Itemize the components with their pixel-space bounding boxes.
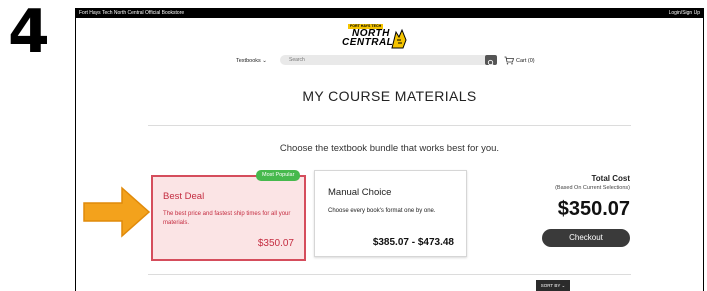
page-title: MY COURSE MATERIALS (302, 88, 477, 104)
total-cost-label: Total Cost (591, 174, 630, 183)
best-deal-description: The best price and fastest ship times fo… (163, 211, 291, 226)
textbooks-dropdown[interactable]: Textbooks ⌄ (236, 58, 267, 64)
best-deal-price: $350.07 (257, 238, 294, 249)
manual-choice-description: Choose every book's format one by one. (328, 208, 436, 214)
total-cost-sublabel: (Based On Current Selections) (555, 185, 630, 191)
search-placeholder: Search (289, 57, 305, 63)
logo-line-2: CENTRAL (342, 37, 394, 48)
divider (148, 274, 631, 275)
search-button[interactable] (485, 55, 497, 67)
manual-choice-price: $385.07 - $473.48 (372, 237, 454, 248)
store-name[interactable]: Fort Hays Tech North Central Official Bo… (79, 8, 184, 18)
manual-choice-title: Manual Choice (328, 187, 392, 198)
cart-link[interactable]: Cart (0) (516, 58, 535, 64)
search-icon (487, 59, 495, 67)
cart-icon[interactable] (504, 56, 514, 65)
divider (148, 125, 631, 126)
best-deal-card[interactable]: Best Deal The best price and fastest shi… (151, 175, 306, 261)
checkout-button[interactable]: Checkout (542, 229, 630, 247)
tiger-mascot-icon (391, 28, 407, 49)
search-input[interactable]: Search (280, 55, 493, 65)
most-popular-badge: Most Popular (256, 170, 301, 181)
sort-by-dropdown[interactable]: SORT BY ⌄ (536, 280, 570, 291)
total-cost-value: $350.07 (557, 198, 630, 220)
top-bar: Fort Hays Tech North Central Official Bo… (76, 8, 703, 18)
manual-choice-card[interactable]: Manual Choice Choose every book's format… (314, 170, 467, 257)
best-deal-title: Best Deal (163, 191, 205, 202)
login-link[interactable]: Login/Sign Up (669, 8, 700, 18)
step-number: 4 (8, 0, 50, 67)
pointer-arrow-icon (83, 186, 151, 238)
bookstore-screenshot: Fort Hays Tech North Central Official Bo… (75, 8, 704, 291)
page-subtitle: Choose the textbook bundle that works be… (279, 143, 500, 154)
